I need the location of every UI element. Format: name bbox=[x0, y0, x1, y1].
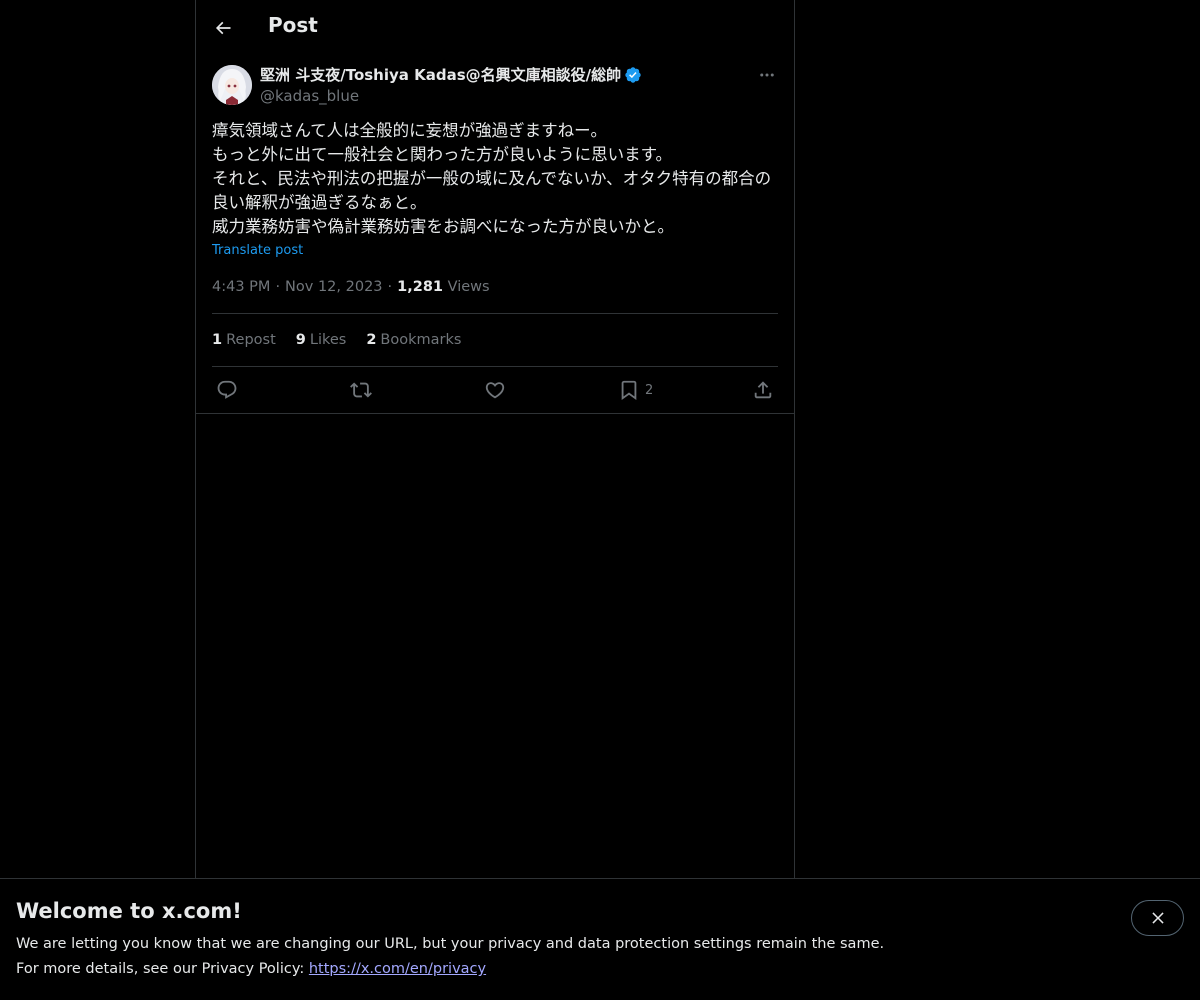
author-row: 堅洲 斗支夜/Toshiya Kadas@名興文庫相談役/総帥 @kadas_b… bbox=[212, 64, 778, 108]
author-display-name[interactable]: 堅洲 斗支夜/Toshiya Kadas@名興文庫相談役/総帥 bbox=[260, 65, 642, 85]
reply-icon bbox=[217, 380, 237, 399]
reposts-stat[interactable]: 1 Repost bbox=[212, 332, 276, 348]
bookmark-button[interactable]: 2 bbox=[618, 379, 653, 401]
banner-privacy-prefix: For more details, see our Privacy Policy… bbox=[16, 961, 309, 977]
likes-count: 9 bbox=[295, 332, 306, 348]
bookmark-count: 2 bbox=[645, 382, 654, 398]
meta-separator: · bbox=[387, 279, 393, 295]
heart-icon bbox=[485, 382, 505, 399]
more-dots-icon bbox=[760, 73, 774, 77]
like-button[interactable] bbox=[484, 379, 506, 401]
banner-message: We are letting you know that we are chan… bbox=[16, 936, 885, 952]
author-display-name-text: 堅洲 斗支夜/Toshiya Kadas@名興文庫相談役/総帥 bbox=[260, 66, 622, 84]
post-text: 瘴気領域さんて人は全般的に妄想が強過ぎますねー。 もっと外に出て一般社会と関わっ… bbox=[212, 121, 772, 236]
top-bar: Post bbox=[196, 0, 794, 53]
avatar[interactable] bbox=[212, 65, 252, 105]
share-button[interactable] bbox=[752, 379, 774, 401]
author-handle[interactable]: @kadas_blue bbox=[260, 86, 642, 106]
arrow-left-icon bbox=[215, 21, 231, 35]
more-options-button[interactable] bbox=[756, 64, 778, 86]
back-button[interactable] bbox=[206, 11, 240, 45]
avatar-image bbox=[212, 65, 252, 105]
bookmarks-count: 2 bbox=[366, 332, 377, 348]
likes-stat[interactable]: 9 Likes bbox=[296, 332, 347, 348]
post-stats: 1 Repost 9 Likes 2 Bookmarks bbox=[212, 314, 778, 366]
reposts-count: 1 bbox=[212, 332, 223, 348]
meta-separator: · bbox=[275, 279, 281, 295]
views-count: 1,281 bbox=[397, 279, 444, 295]
repost-button[interactable] bbox=[350, 379, 372, 401]
reply-button[interactable] bbox=[216, 379, 238, 401]
banner-title: Welcome to x.com! bbox=[16, 899, 242, 923]
bookmarks-stat[interactable]: 2 Bookmarks bbox=[366, 332, 461, 348]
banner-privacy-line: For more details, see our Privacy Policy… bbox=[16, 961, 486, 977]
post-article: 堅洲 斗支夜/Toshiya Kadas@名興文庫相談役/総帥 @kadas_b… bbox=[212, 64, 778, 414]
post-meta: 4:43 PM · Nov 12, 2023 · 1,281 Views bbox=[212, 277, 778, 297]
views-label: Views bbox=[447, 279, 490, 295]
divider bbox=[196, 413, 794, 414]
author-names: 堅洲 斗支夜/Toshiya Kadas@名興文庫相談役/総帥 @kadas_b… bbox=[260, 65, 642, 106]
bookmark-icon bbox=[621, 380, 637, 401]
close-icon bbox=[1151, 912, 1164, 924]
page-title: Post bbox=[268, 13, 318, 37]
post-time[interactable]: 4:43 PM bbox=[212, 279, 270, 295]
privacy-policy-link[interactable]: https://x.com/en/privacy bbox=[309, 961, 486, 977]
welcome-banner: Welcome to x.com! We are letting you kno… bbox=[0, 878, 1200, 1000]
post-actions: 2 bbox=[212, 367, 778, 414]
likes-label: Likes bbox=[309, 332, 347, 348]
repost-icon bbox=[350, 382, 372, 398]
translate-post-link[interactable]: Translate post bbox=[212, 243, 303, 258]
post-date[interactable]: Nov 12, 2023 bbox=[285, 279, 382, 295]
bookmarks-label: Bookmarks bbox=[380, 332, 462, 348]
share-icon bbox=[754, 381, 772, 399]
reposts-label: Repost bbox=[226, 332, 276, 348]
verified-badge-icon bbox=[625, 67, 641, 83]
primary-column: Post 堅洲 斗支夜/Toshiya Kadas@名興文庫相談役/総帥 @ka… bbox=[195, 0, 795, 1000]
banner-close-button[interactable] bbox=[1131, 900, 1184, 936]
